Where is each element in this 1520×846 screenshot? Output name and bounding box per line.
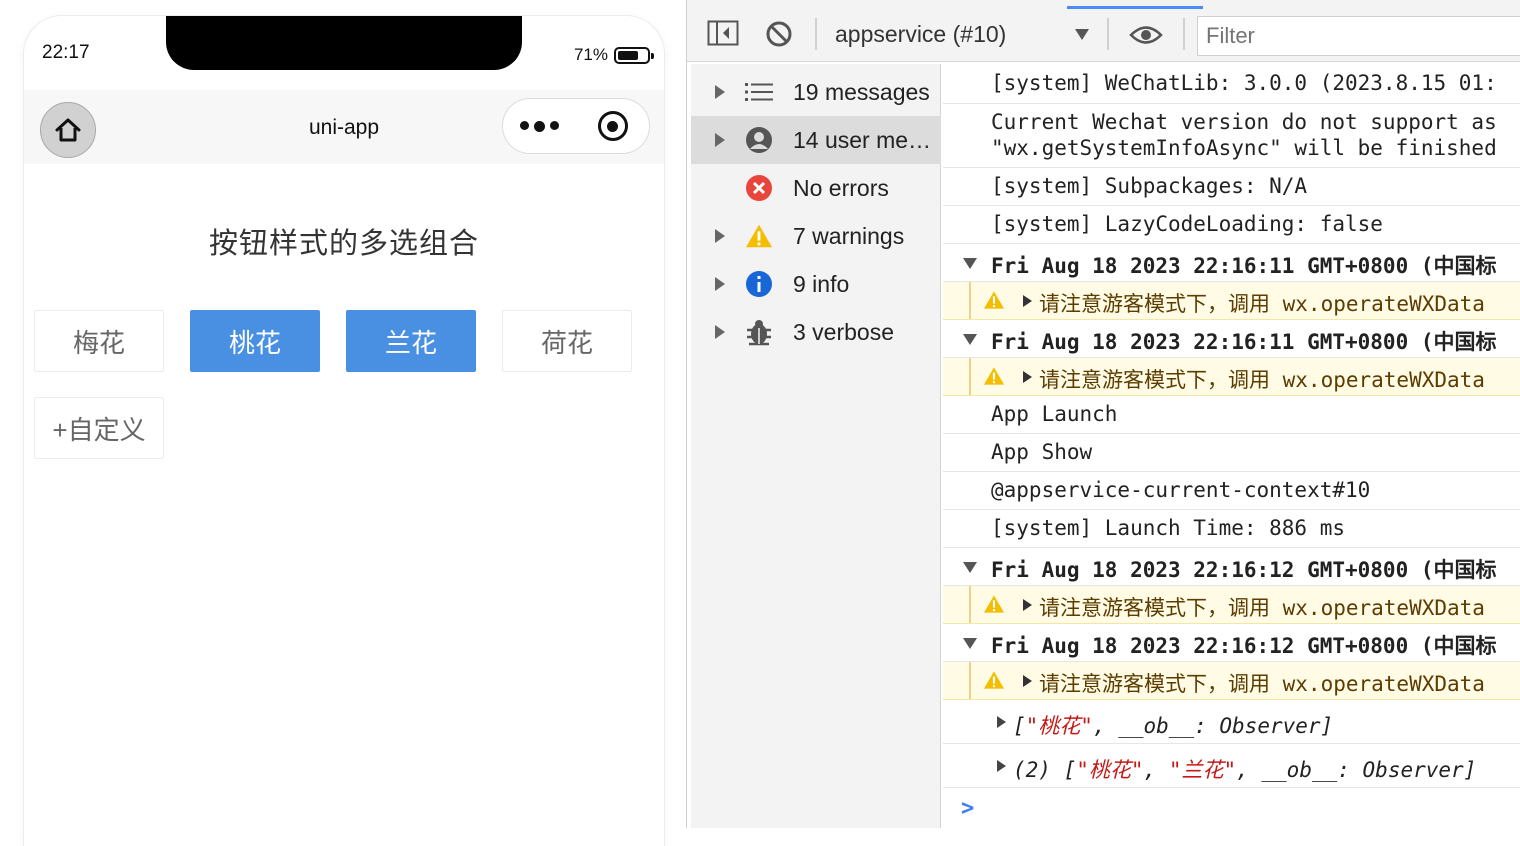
group-indent-bar xyxy=(969,358,971,395)
console-toolbar: appservice (#10) xyxy=(687,0,1520,62)
sidebar-item-warnings[interactable]: 7 warnings xyxy=(691,212,941,260)
eye-icon[interactable] xyxy=(1129,24,1163,46)
phone-simulator: 22:17 71% uni-app 按钮样式的多选组合 梅花 桃花 兰花 荷花 … xyxy=(24,16,664,846)
log-line: Current Wechat version do not support as… xyxy=(943,104,1520,168)
option-button-hehua[interactable]: 荷花 xyxy=(502,310,632,372)
warning-icon xyxy=(984,367,1004,385)
more-dot-icon xyxy=(520,120,529,130)
battery-fill xyxy=(618,50,638,60)
group-indent-bar xyxy=(969,282,971,319)
expand-arrow-icon[interactable] xyxy=(715,277,725,291)
toolbar-separator xyxy=(1183,18,1185,50)
sidebar-item-user-messages[interactable]: 14 user me… xyxy=(691,116,941,164)
expand-arrow-icon[interactable] xyxy=(997,716,1006,728)
toolbar-separator xyxy=(815,18,817,50)
expand-arrow-icon[interactable] xyxy=(715,325,725,339)
option-button-lanhua[interactable]: 兰花 xyxy=(346,310,476,372)
option-button-meihua[interactable]: 梅花 xyxy=(34,310,164,372)
sidebar-item-label: 3 verbose xyxy=(793,318,895,345)
bug-icon xyxy=(745,318,773,346)
expand-arrow-icon[interactable] xyxy=(715,85,725,99)
sidebar-item-info[interactable]: 9 info xyxy=(691,260,941,308)
filter-input[interactable] xyxy=(1197,16,1520,56)
log-group-header[interactable]: Fri Aug 18 2023 22:16:12 GMT+0800 (中国标 xyxy=(943,548,1520,586)
nav-bar: uni-app xyxy=(24,90,664,164)
expand-arrow-icon[interactable] xyxy=(1023,599,1032,611)
collapse-caret-icon[interactable] xyxy=(963,638,977,649)
log-group-header[interactable]: Fri Aug 18 2023 22:16:11 GMT+0800 (中国标 xyxy=(943,244,1520,282)
battery-tip xyxy=(651,52,654,59)
warning-icon xyxy=(984,595,1004,613)
log-line: [system] WeChatLib: 3.0.0 (2023.8.15 01: xyxy=(943,64,1520,104)
log-line: App Launch xyxy=(943,396,1520,434)
sidebar-item-label: 7 warnings xyxy=(793,222,905,249)
collapse-caret-icon[interactable] xyxy=(963,258,977,269)
status-time: 22:17 xyxy=(42,42,90,63)
sidebar-item-verbose[interactable]: 3 verbose xyxy=(691,308,941,356)
target-icon xyxy=(597,111,628,141)
log-warning[interactable]: 请注意游客模式下，调用 wx.operateWXData xyxy=(943,586,1520,624)
log-group-header[interactable]: Fri Aug 18 2023 22:16:11 GMT+0800 (中国标 xyxy=(943,320,1520,358)
expand-arrow-icon[interactable] xyxy=(715,133,725,147)
log-object[interactable]: (2) ["桃花", "兰花", __ob__: Observer] xyxy=(943,744,1520,788)
sidebar-toggle-icon[interactable] xyxy=(707,20,739,46)
custom-add-button[interactable]: +自定义 xyxy=(34,397,164,459)
group-indent-bar xyxy=(969,586,971,623)
expand-arrow-icon[interactable] xyxy=(1023,295,1032,307)
battery-icon xyxy=(614,46,654,64)
battery-percent: 71% xyxy=(573,45,608,64)
sidebar-item-label: 9 info xyxy=(793,270,850,297)
log-object[interactable]: ["桃花", __ob__: Observer] xyxy=(943,700,1520,744)
user-icon xyxy=(745,126,773,154)
log-line: [system] LazyCodeLoading: false xyxy=(943,206,1520,244)
collapse-caret-icon[interactable] xyxy=(963,334,977,345)
list-icon xyxy=(745,78,773,106)
active-tab-indicator xyxy=(1067,6,1203,9)
group-indent-bar xyxy=(969,662,971,699)
page-title: 按钮样式的多选组合 xyxy=(208,228,479,260)
sidebar-item-messages[interactable]: 19 messages xyxy=(691,68,941,116)
phone-notch xyxy=(166,16,522,70)
chevron-down-icon[interactable] xyxy=(1075,29,1089,40)
devtools-console-panel: appservice (#10) 19 messages xyxy=(686,0,1520,828)
sidebar-item-errors[interactable]: No errors xyxy=(691,164,941,212)
console-log: [system] WeChatLib: 3.0.0 (2023.8.15 01:… xyxy=(943,64,1520,828)
log-line: [system] Launch Time: 886 ms xyxy=(943,510,1520,548)
expand-arrow-icon[interactable] xyxy=(715,229,725,243)
more-dot-icon xyxy=(534,120,545,132)
clear-console-icon[interactable] xyxy=(765,20,793,48)
toolbar-separator xyxy=(1107,18,1109,50)
warning-icon xyxy=(984,671,1004,689)
error-icon xyxy=(745,174,773,202)
log-line: [system] Subpackages: N/A xyxy=(943,168,1520,206)
more-button[interactable] xyxy=(503,120,576,132)
sidebar-item-label: 19 messages xyxy=(793,78,930,105)
warning-icon xyxy=(984,291,1004,309)
expand-arrow-icon[interactable] xyxy=(1023,371,1032,383)
more-dot-icon xyxy=(550,120,559,130)
warning-icon xyxy=(745,222,773,250)
log-line: @appservice-current-context#10 xyxy=(943,472,1520,510)
status-right: 71% xyxy=(573,45,654,65)
expand-arrow-icon[interactable] xyxy=(1023,675,1032,687)
log-line: App Show xyxy=(943,434,1520,472)
collapse-caret-icon[interactable] xyxy=(963,562,977,573)
log-warning[interactable]: 请注意游客模式下，调用 wx.operateWXData xyxy=(943,662,1520,700)
context-selector[interactable]: appservice (#10) xyxy=(835,21,1006,48)
console-prompt[interactable]: > xyxy=(961,796,974,821)
object-preview: ["桃花", __ob__: Observer] xyxy=(1013,714,1334,738)
info-icon xyxy=(745,270,773,298)
log-warning[interactable]: 请注意游客模式下，调用 wx.operateWXData xyxy=(943,358,1520,396)
sidebar-item-label: No errors xyxy=(793,174,889,201)
log-group-header[interactable]: Fri Aug 18 2023 22:16:12 GMT+0800 (中国标 xyxy=(943,624,1520,662)
close-miniprogram-button[interactable] xyxy=(576,111,649,141)
option-button-taohua[interactable]: 桃花 xyxy=(190,310,320,372)
expand-arrow-icon[interactable] xyxy=(997,760,1006,772)
log-warning[interactable]: 请注意游客模式下，调用 wx.operateWXData xyxy=(943,282,1520,320)
capsule-menu xyxy=(502,98,650,154)
console-sidebar: 19 messages 14 user me… No errors 7 warn… xyxy=(691,64,941,828)
sidebar-item-label: 14 user me… xyxy=(793,126,932,153)
object-preview: (2) ["桃花", "兰花", __ob__: Observer] xyxy=(1013,758,1477,782)
